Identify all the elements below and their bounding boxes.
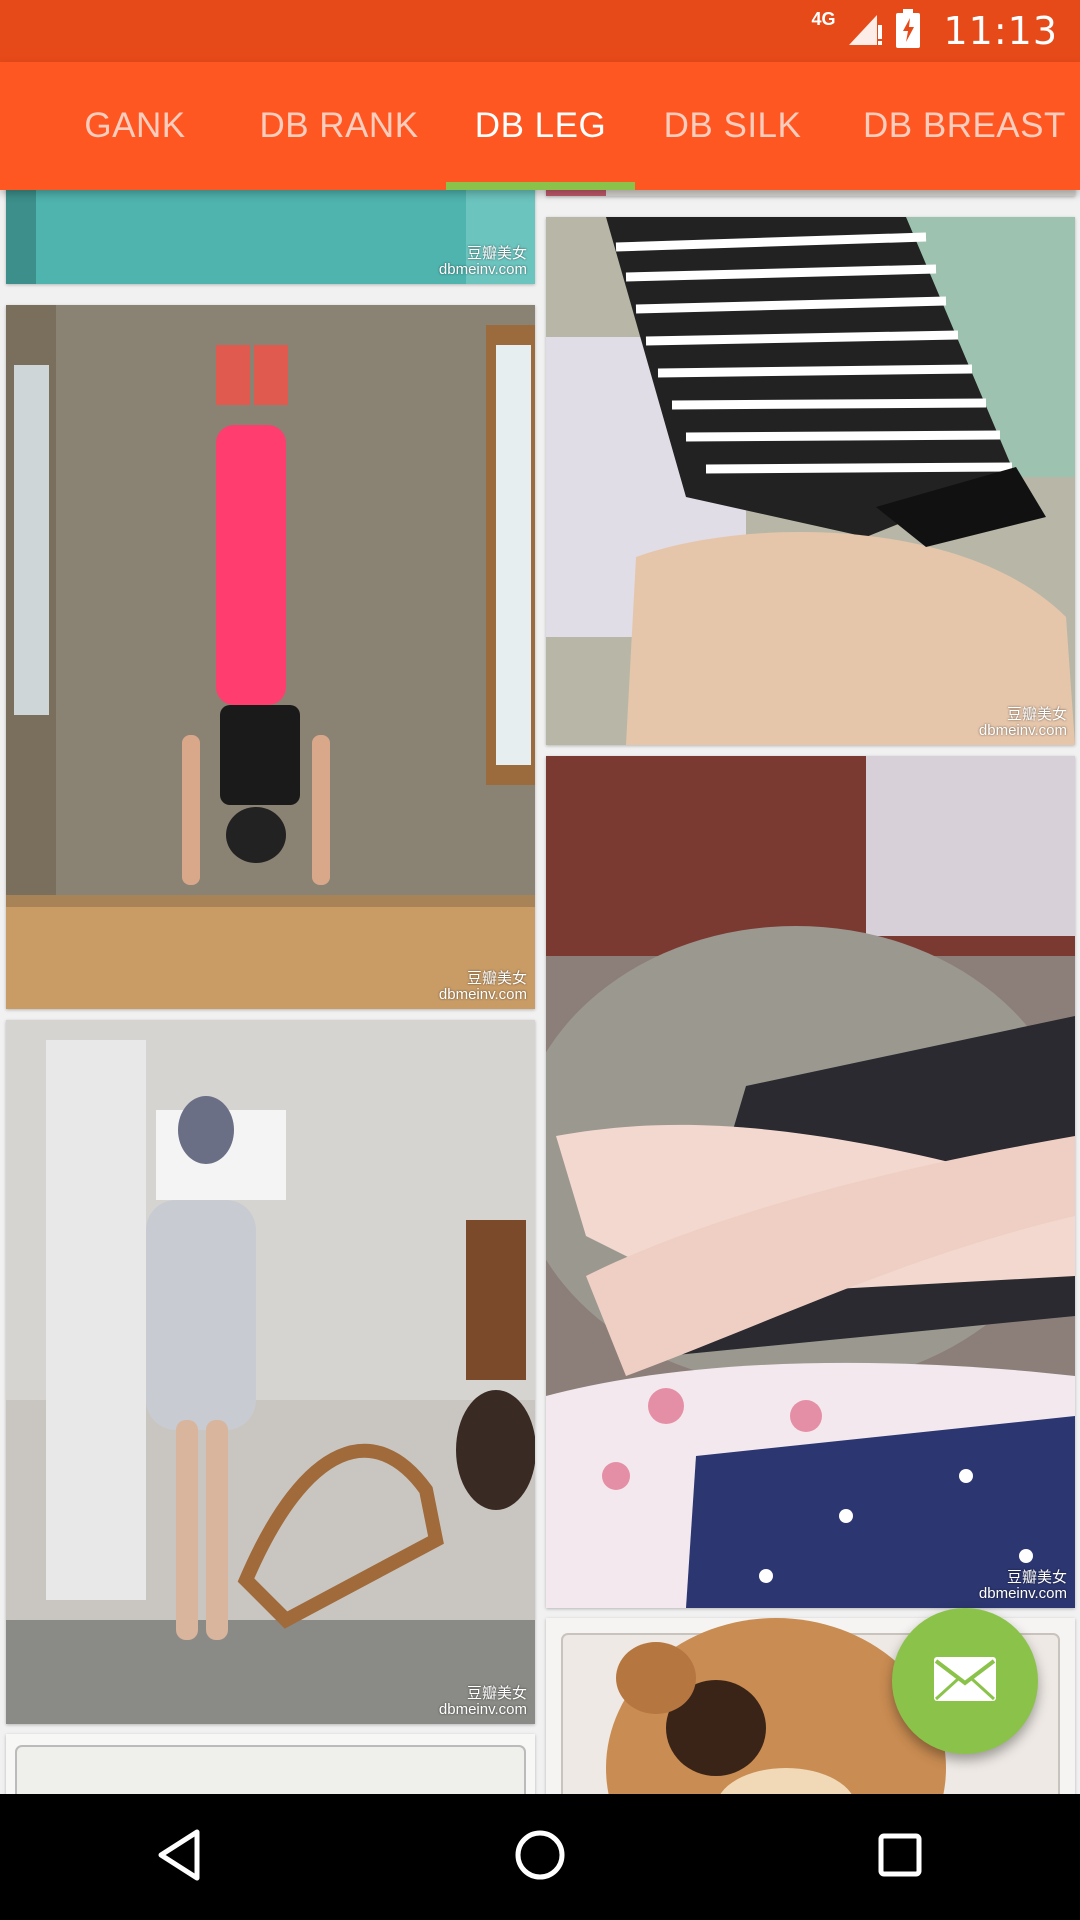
tab-bar: GANK DB RANK DB LEG DB SILK DB BREAST [0,62,1080,190]
watermark: 豆瓣美女 dbmeinv.com [438,245,527,278]
photo-image [546,756,1075,1608]
photo-grid[interactable]: 豆瓣美女 dbmeinv.com 豆瓣美女 dbmeinv.com 豆瓣美女 d… [0,190,1080,1794]
recents-button[interactable] [840,1797,960,1917]
tab-indicator [446,182,635,190]
photo-card[interactable]: 豆瓣美女 dbmeinv.com [546,756,1075,1608]
tab-db-leg[interactable]: DB LEG [446,62,635,190]
photo-image [546,217,1075,745]
home-button[interactable] [480,1797,600,1917]
photo-card[interactable]: 豆瓣美女 dbmeinv.com [546,217,1075,745]
tab-gank[interactable]: GANK [48,62,222,190]
tab-db-rank[interactable]: DB RANK [236,62,442,190]
photo-card[interactable] [6,1734,535,1794]
clock: 11:13 [943,9,1058,53]
status-bar: 4G 11:13 [0,0,1080,62]
photo-image [546,190,1075,196]
battery-charging-icon [895,8,921,54]
signal-icon [847,11,883,52]
photo-card[interactable]: 豆瓣美女 dbmeinv.com [6,190,535,284]
tab-db-breast[interactable]: DB BREAST [845,62,1080,190]
mail-fab[interactable] [892,1608,1038,1754]
watermark: 豆瓣美女 dbmeinv.com [978,1569,1067,1602]
navigation-bar [0,1794,1080,1920]
mail-icon [932,1655,998,1708]
tab-db-silk[interactable]: DB SILK [645,62,820,190]
photo-card[interactable] [546,190,1075,196]
home-icon [513,1828,567,1887]
photo-image [6,1734,535,1794]
photo-image [6,305,535,1009]
back-icon [155,1828,205,1887]
photo-card[interactable]: 豆瓣美女 dbmeinv.com [6,305,535,1009]
recents-icon [876,1831,924,1884]
photo-card[interactable]: 豆瓣美女 dbmeinv.com [6,1020,535,1724]
watermark: 豆瓣美女 dbmeinv.com [978,706,1067,739]
watermark: 豆瓣美女 dbmeinv.com [438,970,527,1003]
photo-image [6,1020,535,1724]
back-button[interactable] [120,1797,240,1917]
watermark: 豆瓣美女 dbmeinv.com [438,1685,527,1718]
network-type-label: 4G [811,8,836,29]
